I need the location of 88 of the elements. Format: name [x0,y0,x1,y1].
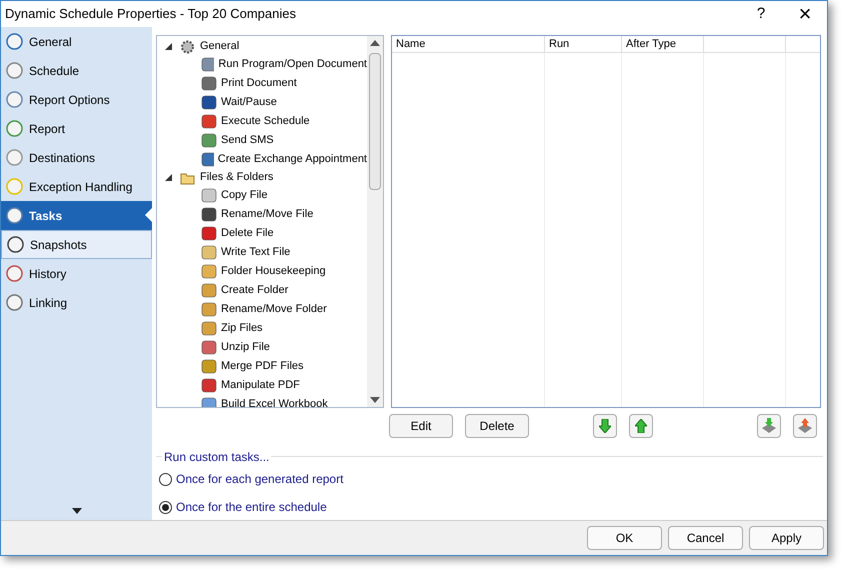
tray-upload-icon [797,418,813,434]
tree-item[interactable]: Delete File [221,225,274,242]
tree-item[interactable]: Create Folder [221,282,288,299]
tree-item[interactable]: Merge PDF Files [221,358,304,375]
column-header[interactable]: Run [545,36,622,52]
window-title: Dynamic Schedule Properties - Top 20 Companies [5,5,296,24]
task-icon [201,114,217,129]
tree-item[interactable]: Manipulate PDF [221,377,300,394]
sidebar-icon [6,294,23,311]
sidebar-icon [6,120,23,137]
sidebar-item[interactable]: Exception Handling [1,172,152,201]
sidebar-icon [6,178,23,195]
tree-item[interactable]: Copy File [221,187,268,204]
tree-group-label[interactable]: Files & Folders [200,169,274,186]
task-icon [201,283,217,298]
task-icon [201,95,217,110]
column-header[interactable]: After Type [622,36,704,52]
sidebar-item[interactable]: Report [1,114,152,143]
task-icon [201,226,217,241]
radio-button[interactable] [159,500,172,514]
export-button[interactable] [793,414,817,438]
expand-toggle[interactable] [165,174,175,181]
tray-download-icon [761,418,777,434]
dialog-button[interactable]: OK [587,526,662,550]
task-icon [201,57,214,72]
move-up-button[interactable] [629,414,653,438]
task-action-button[interactable]: Edit [389,414,453,438]
sidebar-item[interactable]: Snapshots [1,230,152,259]
sidebar-item[interactable]: History [1,259,152,288]
scrollbar[interactable] [367,36,383,407]
tree-group-label[interactable]: General [200,38,240,55]
move-down-button[interactable] [593,414,617,438]
up-arrow-icon [635,419,647,433]
task-icon [201,321,217,336]
tree-item[interactable]: Write Text File [221,244,290,261]
radio-label: Once for each generated report [176,471,344,488]
column-header[interactable]: Name [392,36,545,52]
task-action-button[interactable]: Delete [465,414,529,438]
sidebar-icon [6,33,23,50]
sidebar-item[interactable]: General [1,27,152,56]
sidebar-icon [6,91,23,108]
radio-button[interactable] [159,472,172,486]
task-icon [201,245,217,260]
sidebar-item[interactable]: Schedule [1,56,152,85]
sidebar-icon [6,207,23,224]
sidebar-item[interactable]: Report Options [1,85,152,114]
tree-item[interactable]: Print Document [221,75,297,92]
task-icon [201,133,217,148]
tree-item[interactable]: Send SMS [221,132,274,149]
tree-item[interactable]: Wait/Pause [221,94,277,111]
tree-item[interactable]: Build Excel Workbook [221,396,328,407]
close-button[interactable]: × [783,1,827,27]
task-icon [201,302,217,317]
import-button[interactable] [757,414,781,438]
task-icon [201,207,217,222]
dialog-button[interactable]: Apply [749,526,824,550]
task-icon [201,340,217,355]
radio-label: Once for the entire schedule [176,499,327,516]
folder-icon [180,170,195,184]
sidebar-item[interactable]: Tasks [1,201,152,230]
sidebar-icon [7,236,24,253]
task-icon [201,188,217,203]
scroll-down-icon[interactable] [370,397,380,403]
task-icon [201,152,214,167]
scroll-down-icon[interactable] [72,508,82,514]
tree-item[interactable]: Rename/Move File [221,206,314,223]
tree-item[interactable]: Unzip File [221,339,270,356]
tree-item[interactable]: Rename/Move Folder [221,301,327,318]
sidebar-icon [6,149,23,166]
help-button[interactable]: ? [739,1,783,27]
sidebar-item[interactable]: Destinations [1,143,152,172]
tree-item[interactable]: Zip Files [221,320,263,337]
sidebar-icon [6,62,23,79]
tree-item[interactable]: Folder Housekeeping [221,263,326,280]
tree-item[interactable]: Create Exchange Appointment [218,151,367,168]
task-icon [201,378,217,393]
gear-icon [180,40,195,54]
tree-item[interactable]: Execute Schedule [221,113,310,130]
task-icon [201,359,217,374]
sidebar-icon [6,265,23,282]
dialog-button[interactable]: Cancel [668,526,743,550]
task-icon [201,264,217,279]
sidebar-item[interactable]: Linking [1,288,152,317]
expand-toggle[interactable] [165,43,175,50]
scroll-up-icon[interactable] [370,40,380,46]
down-arrow-icon [599,419,611,433]
task-icon [201,76,217,91]
tree-item[interactable]: Run Program/Open Document [218,56,367,73]
